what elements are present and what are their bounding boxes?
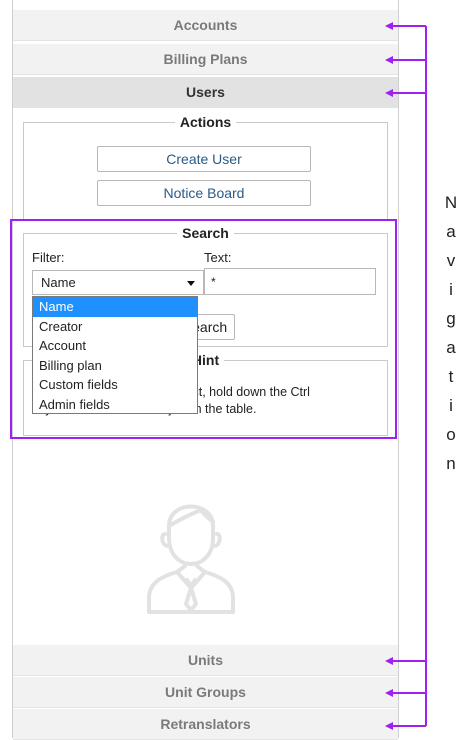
navigation-letter-6: a	[446, 338, 456, 357]
navigation-letter-9: o	[446, 425, 456, 444]
navigation-letter-4: i	[449, 280, 453, 299]
navigation-letter-8: i	[449, 396, 453, 415]
navigation-letter-2: a	[446, 222, 456, 241]
navigation-letter-5: g	[446, 309, 456, 328]
filter-option-admin-fields[interactable]: Admin fields	[33, 395, 197, 415]
filter-option-name[interactable]: Name	[33, 297, 197, 317]
filter-option-creator[interactable]: Creator	[33, 317, 197, 337]
navigation-letter-3: v	[446, 251, 456, 270]
filter-option-account[interactable]: Account	[33, 336, 197, 356]
navigation-letter-7: t	[448, 367, 454, 386]
filter-option-billing-plan[interactable]: Billing plan	[33, 356, 197, 376]
filter-option-custom-fields[interactable]: Custom fields	[33, 375, 197, 395]
filter-dropdown-list[interactable]: Name Creator Account Billing plan Custom…	[32, 296, 198, 414]
navigation-letter-10: n	[446, 454, 456, 473]
navigation-letter-1: N	[444, 193, 458, 212]
